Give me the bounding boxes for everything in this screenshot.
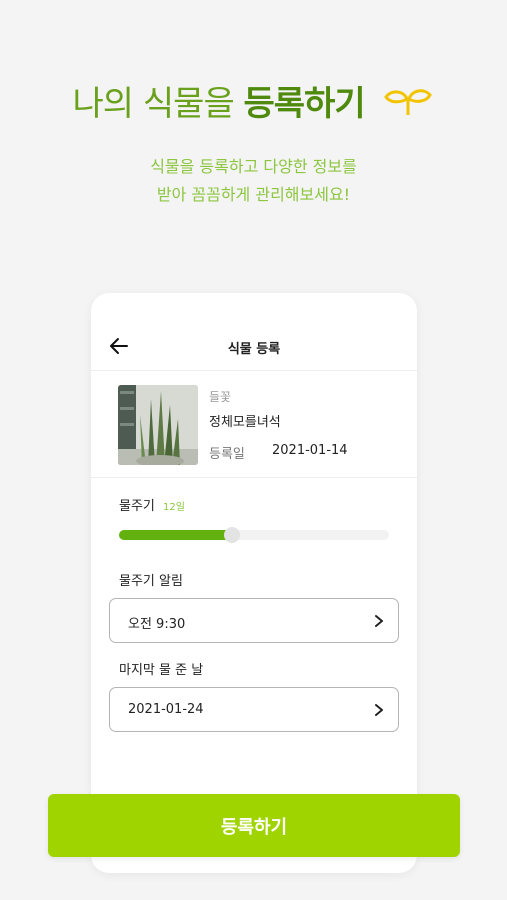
slider-thumb[interactable] [224, 527, 241, 543]
plant-name: 정체모를녀석 [209, 415, 281, 430]
hero-subtitle-line1: 식물을 등록하고 다양한 정보를 [150, 157, 357, 176]
plant-type: 들꽃 [209, 390, 232, 404]
last-watered-date-select[interactable]: 2021-01-24 [109, 687, 399, 732]
sprout-icon [384, 88, 433, 115]
hero-subtitle: 식물을 등록하고 다양한 정보를 받아 꼼꼼하게 관리해보세요! [0, 153, 507, 209]
chevron-right-icon [375, 704, 383, 716]
watering-label: 물주기 [119, 499, 155, 514]
last-watered-label: 마지막 물 준 날 [119, 663, 204, 678]
card-header: 식물 등록 [91, 293, 417, 371]
plant-photo [118, 385, 198, 465]
chevron-right-icon [375, 615, 383, 627]
alarm-time-select[interactable]: 오전 9:30 [109, 598, 399, 643]
plant-photo-image [118, 385, 198, 465]
last-watered-date-value: 2021-01-24 [128, 702, 204, 717]
plant-register-card: 식물 등록 들꽃 정체모를녀석 등록일 2021-01-14 물주기 12일 물… [91, 293, 417, 873]
slider-fill [119, 530, 233, 540]
register-button[interactable]: 등록하기 [48, 794, 460, 857]
hero-title: 나의 식물을 등록하기 [0, 76, 507, 125]
hero-title-emphasis: 등록하기 [243, 84, 366, 124]
registered-date-value: 2021-01-14 [272, 443, 348, 458]
card-title: 식물 등록 [227, 342, 281, 357]
alarm-label: 물주기 알림 [119, 574, 183, 589]
alarm-time-value: 오전 9:30 [128, 617, 186, 632]
hero-subtitle-line2: 받아 꼼꼼하게 관리해보세요! [156, 185, 351, 204]
registered-date-label: 등록일 [209, 447, 245, 462]
watering-interval-badge: 12일 [163, 502, 185, 513]
watering-interval-slider[interactable] [119, 527, 389, 543]
hero-title-text: 나의 식물을 [72, 84, 244, 124]
plant-summary: 들꽃 정체모를녀석 등록일 2021-01-14 [91, 371, 417, 478]
